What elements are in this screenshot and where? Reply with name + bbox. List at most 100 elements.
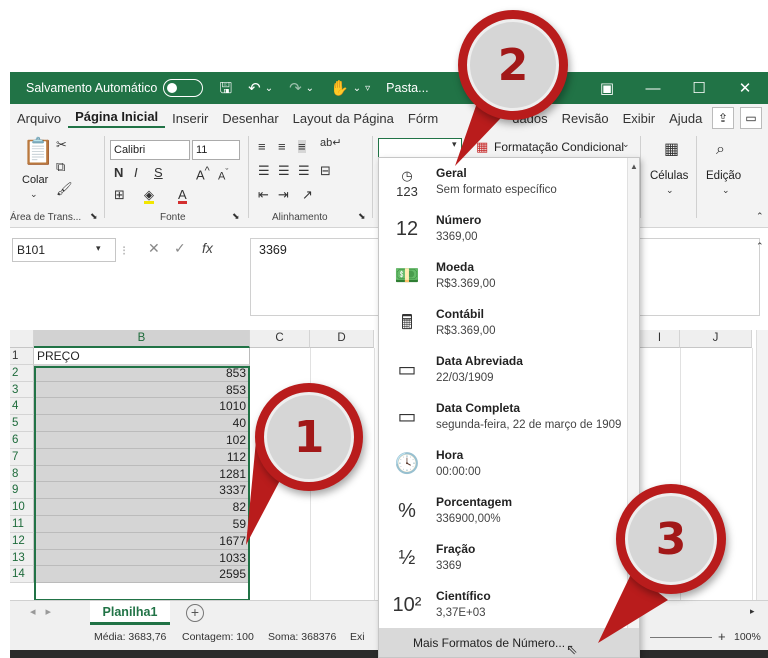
row-header[interactable]: 4	[10, 398, 34, 416]
redo-icon[interactable]: ↷	[289, 81, 302, 96]
zoom-in-icon[interactable]: +	[718, 629, 726, 644]
menu-arquivo[interactable]: Arquivo	[10, 111, 68, 126]
fill-color-icon[interactable]: ◈	[144, 188, 154, 204]
copy-icon[interactable]: ⧉	[56, 160, 65, 173]
number-format-select[interactable]	[378, 138, 462, 158]
select-all-corner[interactable]	[10, 330, 34, 348]
align-middle-icon[interactable]: ≡	[278, 140, 286, 153]
close-icon[interactable]: ✕	[722, 79, 768, 97]
edit-label[interactable]: Edição	[706, 170, 741, 182]
cell-b[interactable]: 1281	[34, 465, 250, 483]
insert-function-icon[interactable]: fx	[202, 240, 213, 256]
name-box-dropdown-icon[interactable]: ▾	[96, 244, 101, 253]
row-header[interactable]: 3	[10, 381, 34, 399]
cancel-icon[interactable]: ✕	[148, 240, 160, 257]
menu-exibir[interactable]: Exibir	[616, 111, 663, 126]
conditional-format-button[interactable]: Formatação Condicional	[494, 140, 624, 154]
format-option-numero[interactable]: 12 Número 3369,00	[379, 207, 627, 254]
wrap-text-icon[interactable]: ab↵	[320, 138, 341, 149]
cells-dropdown-icon[interactable]: ⌄	[666, 186, 674, 195]
format-option-fracao[interactable]: ½ Fração 3369	[379, 536, 627, 583]
number-format-dropdown-icon[interactable]: ▾	[452, 140, 457, 149]
align-top-icon[interactable]: ≡	[258, 140, 266, 153]
format-option-data-abreviada[interactable]: ▭ Data Abreviada 22/03/1909	[379, 348, 627, 395]
paste-dropdown-icon[interactable]: ⌄	[30, 190, 38, 199]
menu-ajuda[interactable]: Ajuda	[662, 111, 709, 126]
row-header[interactable]: 1	[10, 348, 34, 365]
redo-dropdown-icon[interactable]: ⌄	[306, 83, 314, 94]
increase-font-icon[interactable]: A^	[196, 166, 210, 182]
edit-dropdown-icon[interactable]: ⌄	[722, 186, 730, 195]
font-name-select[interactable]: Calibri	[110, 140, 190, 160]
undo-icon[interactable]: ↶	[248, 81, 261, 96]
font-size-select[interactable]: 11	[192, 140, 240, 160]
row-header[interactable]: 2	[10, 364, 34, 382]
cell-b[interactable]: 3337	[34, 482, 250, 500]
row-header[interactable]: 10	[10, 499, 34, 516]
align-bottom-icon[interactable]: ≡	[298, 140, 306, 153]
cell-b[interactable]: 82	[34, 499, 250, 516]
enter-icon[interactable]: ✓	[174, 240, 186, 257]
sheet-tab-planilha1[interactable]: Planilha1	[90, 601, 170, 625]
row-header[interactable]: 14	[10, 566, 34, 584]
cell-b[interactable]: 1677	[34, 532, 250, 550]
column-header-j[interactable]: J	[680, 330, 752, 348]
expand-formula-icon[interactable]: ⌃	[756, 242, 764, 251]
conditional-format-dropdown-icon[interactable]: ⌄	[622, 140, 630, 149]
align-left-icon[interactable]: ☰	[258, 164, 270, 177]
column-header-d[interactable]: D	[310, 330, 374, 348]
orientation-icon[interactable]: ↗	[302, 188, 313, 201]
cut-icon[interactable]: ✂	[56, 138, 67, 151]
underline-icon[interactable]: S	[154, 166, 163, 179]
decrease-indent-icon[interactable]: ⇤	[258, 188, 269, 201]
cells-icon[interactable]: ▦	[664, 142, 679, 158]
paste-icon[interactable]: 📋	[22, 138, 54, 164]
format-painter-icon[interactable]: 🖌	[56, 182, 73, 195]
autosave-toggle[interactable]	[163, 79, 204, 97]
italic-icon[interactable]: I	[134, 166, 138, 179]
zoom-slider[interactable]	[650, 637, 712, 638]
column-header-b[interactable]: B	[34, 330, 250, 348]
add-sheet-icon[interactable]: +	[186, 604, 204, 622]
row-header[interactable]: 12	[10, 532, 34, 550]
row-header[interactable]: 5	[10, 415, 34, 432]
cell-b[interactable]: 1033	[34, 549, 250, 567]
vertical-scrollbar[interactable]	[756, 330, 768, 600]
scroll-up-icon[interactable]: ▲	[630, 162, 638, 171]
menu-formulas[interactable]: Fórm	[401, 111, 445, 126]
column-header-c[interactable]: C	[250, 330, 310, 348]
cell-b[interactable]: 40	[34, 415, 250, 432]
share-icon[interactable]: ⇪	[712, 107, 734, 129]
font-launcher-icon[interactable]: ⬊	[232, 212, 240, 221]
cell-b[interactable]: 59	[34, 516, 250, 533]
comments-icon[interactable]: ▭	[740, 107, 762, 129]
row-header[interactable]: 13	[10, 549, 34, 567]
row-header[interactable]: 8	[10, 465, 34, 483]
bold-icon[interactable]: N	[114, 166, 123, 179]
column-header-i[interactable]: I	[640, 330, 680, 348]
customize-toolbar-icon[interactable]: ⌄	[353, 83, 361, 94]
more-number-formats-button[interactable]: Mais Formatos de Número...	[379, 628, 639, 657]
save-icon[interactable]: 🖫	[219, 81, 232, 96]
row-header[interactable]: 9	[10, 482, 34, 500]
undo-dropdown-icon[interactable]: ⌄	[265, 83, 273, 94]
ribbon-display-icon[interactable]: ▣	[584, 79, 630, 97]
format-option-moeda[interactable]: 💵 Moeda R$3.369,00	[379, 254, 627, 301]
format-option-porcentagem[interactable]: % Porcentagem 336900,00%	[379, 489, 627, 536]
format-option-geral[interactable]: ◷ 123 Geral Sem formato específico	[379, 160, 627, 207]
minimize-icon[interactable]: —	[630, 80, 676, 97]
alignment-launcher-icon[interactable]: ⬊	[358, 212, 366, 221]
cell-b1[interactable]: PREÇO	[34, 348, 250, 365]
scroll-right-icon[interactable]: ▸	[750, 607, 755, 616]
more-commands-icon[interactable]: ▿	[365, 83, 370, 94]
menu-layout-da-pagina[interactable]: Layout da Página	[286, 111, 401, 126]
cell-b[interactable]: 2595	[34, 566, 250, 584]
paste-label[interactable]: Colar	[22, 174, 48, 186]
row-header[interactable]: 11	[10, 516, 34, 533]
merge-center-icon[interactable]: ⊟	[320, 164, 331, 177]
menu-desenhar[interactable]: Desenhar	[215, 111, 285, 126]
sheet-nav-arrows-icon[interactable]: ◂▸	[30, 605, 61, 618]
cell-b[interactable]: 853	[34, 364, 250, 382]
format-option-data-completa[interactable]: ▭ Data Completa segunda-feira, 22 de mar…	[379, 395, 627, 442]
font-color-icon[interactable]: A	[178, 188, 187, 204]
